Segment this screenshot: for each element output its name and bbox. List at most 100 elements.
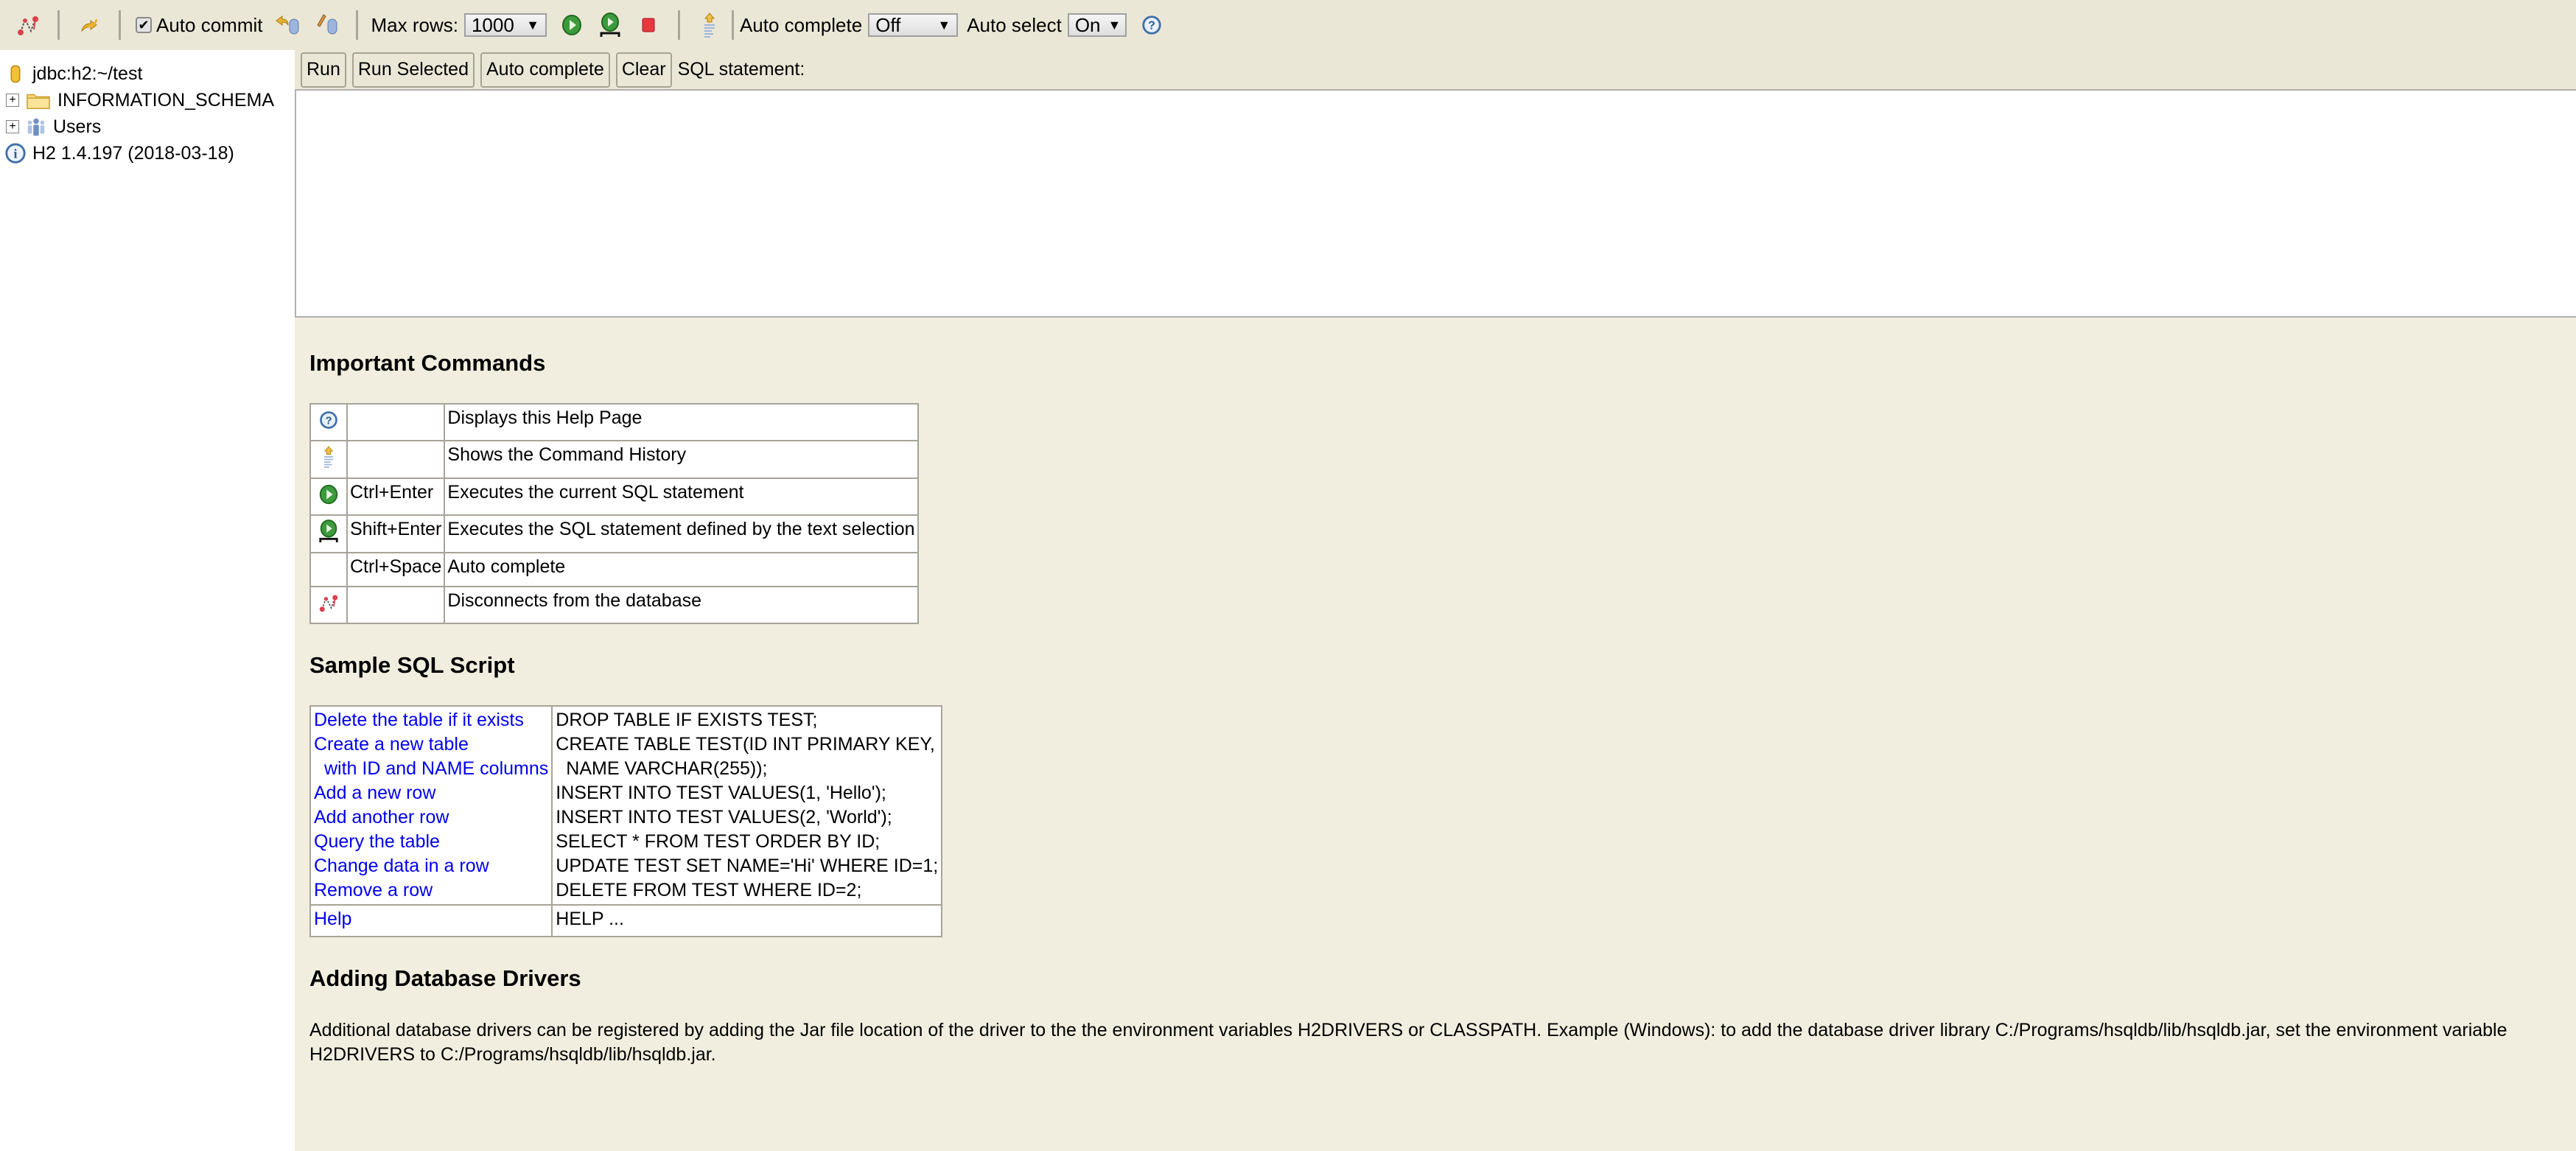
auto-complete-button[interactable]: Auto complete (480, 52, 610, 88)
rollback-icon[interactable] (273, 10, 303, 40)
auto-complete-select[interactable]: Off ▼ (868, 13, 959, 37)
refresh-icon[interactable] (74, 10, 104, 40)
sql-editor[interactable] (295, 89, 2576, 318)
sample-sql-table: Delete the table if it exists Create a n… (309, 705, 943, 937)
run-selected-icon (309, 514, 348, 553)
auto-commit-label: Auto commit (156, 13, 263, 36)
help-link[interactable]: Help (314, 909, 548, 930)
sample-help-cell: Help (310, 904, 553, 937)
max-rows-select[interactable]: 1000 ▼ (463, 13, 547, 37)
sql-statement-label: SQL statement: (677, 59, 805, 80)
history-icon[interactable] (695, 10, 724, 40)
sample-link[interactable]: Create a new table (314, 732, 548, 757)
sample-link[interactable]: Change data in a row (314, 854, 548, 878)
tree-version: H2 1.4.197 (2018-03-18) (0, 140, 295, 167)
run-icon[interactable] (557, 10, 587, 40)
help-sql: HELP ... (552, 904, 942, 937)
info-icon (4, 142, 27, 164)
command-desc: Executes the SQL statement defined by th… (444, 514, 919, 553)
version-label: H2 1.4.197 (2018-03-18) (32, 142, 234, 164)
chevron-down-icon: ▼ (937, 17, 951, 32)
help-icon[interactable] (1137, 10, 1166, 40)
database-icon (4, 63, 27, 85)
disconnect-icon[interactable] (13, 10, 43, 40)
sql-line: UPDATE TEST SET NAME='Hi' WHERE ID=1; (556, 856, 939, 876)
sample-labels: Delete the table if it exists Create a n… (310, 706, 553, 905)
expand-icon[interactable]: + (6, 120, 19, 133)
folder-icon (25, 89, 52, 111)
run-selected-icon[interactable] (595, 10, 625, 40)
toolbar: ✔ Auto commit Max rows: 1000 ▼ Auto compl… (0, 0, 2576, 50)
users-icon (25, 116, 47, 138)
auto-complete-label: Auto complete (739, 13, 863, 36)
disconnect-icon (309, 586, 348, 624)
command-row: Disconnects from the database (309, 586, 919, 624)
command-key (346, 586, 446, 624)
sample-link[interactable]: Add a new row (314, 781, 548, 805)
command-row: Ctrl+Enter Executes the current SQL stat… (309, 477, 919, 516)
sql-toolbar: Run Run Selected Auto complete Clear SQL… (295, 50, 2576, 89)
object-tree: jdbc:h2:~/test + INFORMATION_SCHEMA + Us… (0, 50, 295, 1151)
run-selected-button[interactable]: Run Selected (351, 52, 475, 88)
sample-main-row: Delete the table if it exists Create a n… (310, 706, 942, 905)
tree-item-label: Users (53, 116, 102, 137)
command-desc: Displays this Help Page (444, 403, 919, 441)
command-key: Shift+Enter (346, 514, 446, 553)
tree-item-label: INFORMATION_SCHEMA (57, 89, 274, 111)
command-desc: Executes the current SQL statement (444, 477, 919, 516)
command-key: Ctrl+Space (346, 552, 446, 587)
empty-icon-cell (309, 552, 348, 587)
tree-item-users[interactable]: + Users (0, 113, 295, 140)
sql-line: NAME VARCHAR(255)); (566, 758, 768, 779)
sql-line: CREATE TABLE TEST(ID INT PRIMARY KEY, (556, 734, 935, 755)
sample-sql-heading: Sample SQL Script (309, 652, 515, 678)
sample-link[interactable]: Remove a row (314, 878, 548, 903)
command-key: Ctrl+Enter (346, 477, 446, 516)
clear-button[interactable]: Clear (615, 52, 672, 88)
sample-sql: DROP TABLE IF EXISTS TEST; CREATE TABLE … (552, 706, 942, 905)
auto-select-value: On (1074, 13, 1101, 36)
important-commands-heading: Important Commands (309, 350, 546, 376)
max-rows-label: Max rows: (371, 13, 458, 36)
sample-link[interactable]: Add another row (314, 805, 548, 830)
expand-icon[interactable]: + (6, 94, 19, 107)
max-rows-value: 1000 (471, 13, 514, 36)
auto-commit-checkbox[interactable]: ✔ (136, 17, 152, 33)
drivers-text: Additional database drivers can be regis… (309, 1020, 2507, 1065)
chevron-down-icon: ▼ (1107, 17, 1121, 32)
command-key (346, 403, 446, 441)
command-row: Ctrl+Space Auto complete (309, 552, 919, 587)
toolbar-separator (57, 10, 60, 40)
run-button[interactable]: Run (301, 52, 346, 88)
main-panel: Run Run Selected Auto complete Clear SQL… (295, 50, 2576, 1151)
toolbar-separator (119, 10, 121, 40)
tree-connection[interactable]: jdbc:h2:~/test (0, 60, 295, 87)
commit-icon[interactable] (312, 10, 341, 40)
command-row: Shift+Enter Executes the SQL statement d… (309, 514, 919, 553)
sql-line: INSERT INTO TEST VALUES(2, 'World'); (556, 807, 892, 828)
run-icon (309, 477, 348, 516)
help-panel: Important Commands Displays this Help Pa… (295, 322, 2576, 1067)
connection-url: jdbc:h2:~/test (32, 63, 143, 84)
command-row: Displays this Help Page (309, 403, 919, 441)
sample-link[interactable]: Query the table (314, 830, 548, 854)
sql-line: INSERT INTO TEST VALUES(1, 'Hello'); (556, 783, 886, 803)
sql-line: SELECT * FROM TEST ORDER BY ID; (556, 831, 881, 852)
sample-link[interactable]: Delete the table if it exists (314, 708, 548, 732)
toolbar-separator (731, 10, 734, 40)
command-row: Shows the Command History (309, 440, 919, 479)
stop-icon[interactable] (634, 10, 663, 40)
sample-link[interactable]: with ID and NAME columns (314, 757, 548, 781)
tree-item-information-schema[interactable]: + INFORMATION_SCHEMA (0, 87, 295, 113)
drivers-heading: Adding Database Drivers (309, 965, 581, 991)
command-desc: Auto complete (444, 552, 919, 587)
auto-select-select[interactable]: On ▼ (1067, 13, 1127, 37)
auto-complete-value: Off (875, 13, 901, 36)
sql-line: DELETE FROM TEST WHERE ID=2; (556, 880, 862, 900)
command-desc: Disconnects from the database (444, 586, 919, 624)
commands-table: Displays this Help Page Shows the Comman… (309, 403, 919, 624)
toolbar-separator (355, 10, 358, 40)
command-key (346, 440, 446, 479)
auto-select-label: Auto select (967, 13, 1062, 36)
command-desc: Shows the Command History (444, 440, 919, 479)
